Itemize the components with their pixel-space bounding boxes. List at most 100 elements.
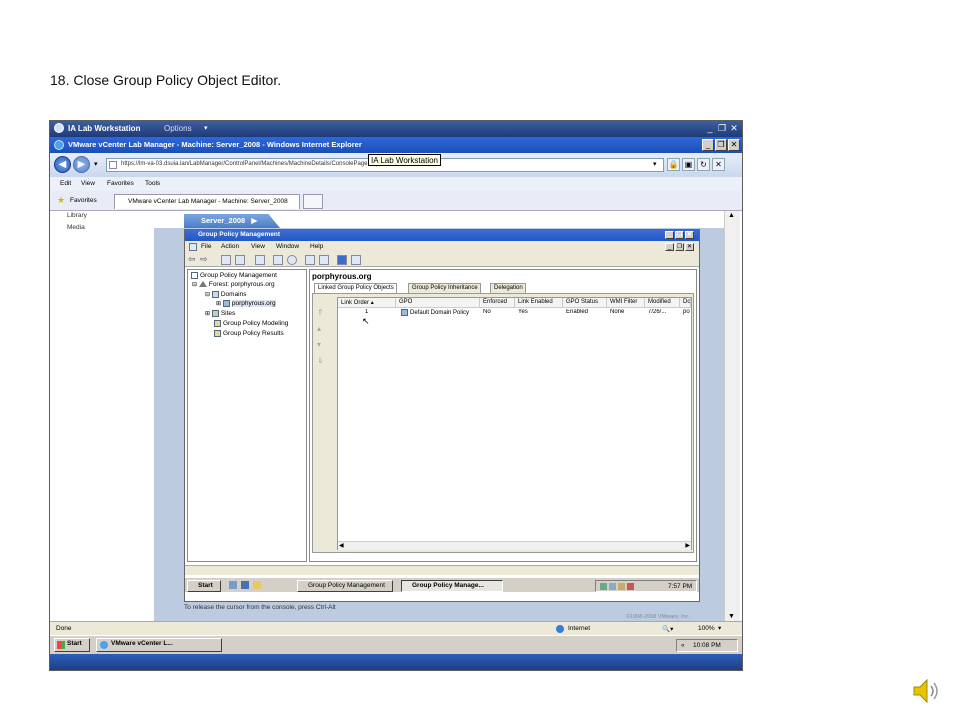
powershell-icon[interactable] [241, 581, 249, 589]
expand-icon[interactable]: ⊞ [205, 311, 210, 317]
show-hidden-icons[interactable]: « [681, 642, 685, 649]
favorites-label[interactable]: Favorites [70, 197, 97, 204]
child-minimize-button[interactable]: _ [665, 243, 674, 251]
tree-node-sites[interactable]: ⊞ Sites [205, 310, 235, 317]
volume-icon[interactable] [609, 583, 616, 590]
scroll-down-icon[interactable]: ▼ [728, 613, 735, 620]
tree-node-results[interactable]: Group Policy Results [214, 330, 284, 337]
action-center-icon[interactable] [618, 583, 625, 590]
show-tree-icon[interactable] [235, 255, 245, 265]
help-icon[interactable] [337, 255, 347, 265]
back-button[interactable]: ◀ [54, 156, 71, 173]
app-menu-icon[interactable] [189, 243, 197, 251]
layout-icon[interactable] [319, 255, 329, 265]
protected-mode-icon[interactable]: 🔍▾ [662, 625, 673, 633]
col-wmi-filter[interactable]: WMI Filter [607, 298, 645, 308]
zoom-dropdown-icon[interactable]: ▾ [718, 624, 721, 632]
url-dropdown-icon[interactable]: ▾ [653, 160, 657, 168]
history-dropdown-icon[interactable]: ▾ [94, 160, 98, 168]
vm-clock[interactable]: 7:57 PM [668, 583, 692, 590]
properties-icon[interactable] [273, 255, 283, 265]
page-vertical-scrollbar[interactable]: ▲ ▼ [724, 211, 740, 621]
scroll-left-icon[interactable]: ◀ [339, 542, 344, 549]
col-gpo[interactable]: GPO [396, 298, 480, 308]
menu-favorites[interactable]: Favorites [107, 180, 134, 187]
col-enforced[interactable]: Enforced [480, 298, 515, 308]
gpm-menu-action[interactable]: Action [221, 243, 239, 250]
options-menu[interactable]: Options [164, 124, 192, 133]
zoom-level[interactable]: 100% [698, 625, 715, 632]
col-link-enabled[interactable]: Link Enabled [515, 298, 563, 308]
vm-start-button[interactable]: Start [187, 580, 221, 592]
scroll-right-icon[interactable]: ▶ [685, 542, 690, 549]
move-top-icon[interactable]: ⇑ [317, 308, 324, 317]
minimize-icon[interactable]: _ [704, 123, 716, 134]
menu-view[interactable]: View [81, 180, 95, 187]
snapin-icon[interactable] [351, 255, 361, 265]
col-modified[interactable]: Modified [645, 298, 680, 308]
tree-node-root[interactable]: Group Policy Management [191, 272, 277, 279]
horizontal-scrollbar[interactable]: ◀ ▶ [338, 541, 691, 550]
nav-library[interactable]: Library [67, 212, 87, 219]
vm-taskbar-gpm[interactable]: Group Policy Management [297, 580, 393, 592]
menu-edit[interactable]: Edit [60, 180, 71, 187]
tree-node-forest[interactable]: ⊟ Forest: porphyrous.org [192, 281, 275, 288]
vm-taskbar-gpme[interactable]: Group Policy Manage... [401, 580, 503, 592]
child-close-button[interactable]: ✕ [685, 243, 694, 251]
tree-node-porphyrous[interactable]: ⊞ porphyrous.org [216, 300, 276, 308]
gpm-close-button[interactable]: ✕ [685, 231, 694, 239]
compatibility-icon[interactable]: ▣ [682, 158, 695, 171]
gpm-menu-help[interactable]: Help [310, 243, 323, 250]
vm-console[interactable]: Group Policy Management _ ❐ ✕ File Actio… [184, 229, 700, 602]
move-bottom-icon[interactable]: ⇓ [317, 356, 324, 365]
ie-restore-button[interactable]: ❐ [715, 139, 727, 151]
server-manager-icon[interactable] [229, 581, 237, 589]
refresh-icon[interactable] [287, 255, 297, 265]
move-down-icon[interactable]: ▾ [317, 340, 321, 349]
chevron-down-icon[interactable]: ▾ [204, 124, 208, 132]
export-icon[interactable] [305, 255, 315, 265]
gpm-restore-button[interactable]: ❐ [675, 231, 684, 239]
col-gpo-status[interactable]: GPO Status [563, 298, 607, 308]
host-clock[interactable]: 10:08 PM [693, 642, 721, 649]
tree-node-domains[interactable]: ⊟ Domains [205, 291, 247, 298]
expand-icon[interactable]: ⊞ [216, 301, 221, 307]
col-link-order[interactable]: Link Order ▴ [338, 298, 396, 308]
gpm-menu-file[interactable]: File [201, 243, 211, 250]
collapse-icon[interactable]: ⊟ [192, 282, 197, 288]
server-tab[interactable]: Server_2008 ▶ [184, 214, 280, 228]
child-restore-button[interactable]: ❐ [675, 243, 684, 251]
up-folder-icon[interactable] [221, 255, 231, 265]
gpm-menu-view[interactable]: View [251, 243, 265, 250]
restore-icon[interactable]: ❐ [716, 123, 728, 134]
forward-arrow-icon[interactable]: ⇨ [200, 254, 208, 265]
speaker-icon[interactable] [910, 676, 944, 706]
gpm-minimize-button[interactable]: _ [665, 231, 674, 239]
forward-button[interactable]: ▶ [73, 156, 90, 173]
explorer-icon[interactable] [253, 581, 261, 589]
col-domain[interactable]: Do [680, 298, 691, 308]
delete-icon[interactable] [255, 255, 265, 265]
collapse-icon[interactable]: ⊟ [205, 292, 210, 298]
scroll-up-icon[interactable]: ▲ [728, 212, 735, 219]
network-icon[interactable] [600, 583, 607, 590]
favorites-star-icon[interactable]: ★ [57, 195, 65, 206]
move-up-icon[interactable]: ▴ [317, 324, 321, 333]
host-taskbar-ie[interactable]: VMware vCenter L... [96, 638, 222, 652]
close-icon[interactable]: ✕ [728, 123, 740, 134]
lock-icon[interactable]: 🔒 [667, 158, 680, 171]
ie-minimize-button[interactable]: _ [702, 139, 714, 151]
tree-node-modeling[interactable]: Group Policy Modeling [214, 320, 288, 327]
menu-tools[interactable]: Tools [145, 180, 160, 187]
gpm-menu-window[interactable]: Window [276, 243, 299, 250]
back-arrow-icon[interactable]: ⇦ [188, 254, 196, 265]
stop-icon[interactable]: ✕ [712, 158, 725, 171]
refresh-icon[interactable]: ↻ [697, 158, 710, 171]
browser-tab[interactable]: VMware vCenter Lab Manager - Machine: Se… [114, 194, 300, 209]
ie-close-button[interactable]: ✕ [728, 139, 740, 151]
tab-inheritance[interactable]: Group Policy Inheritance [408, 283, 481, 293]
new-tab-button[interactable] [303, 194, 323, 209]
security-icon[interactable] [627, 583, 634, 590]
nav-media[interactable]: Media [67, 224, 85, 231]
tab-delegation[interactable]: Delegation [490, 283, 526, 293]
